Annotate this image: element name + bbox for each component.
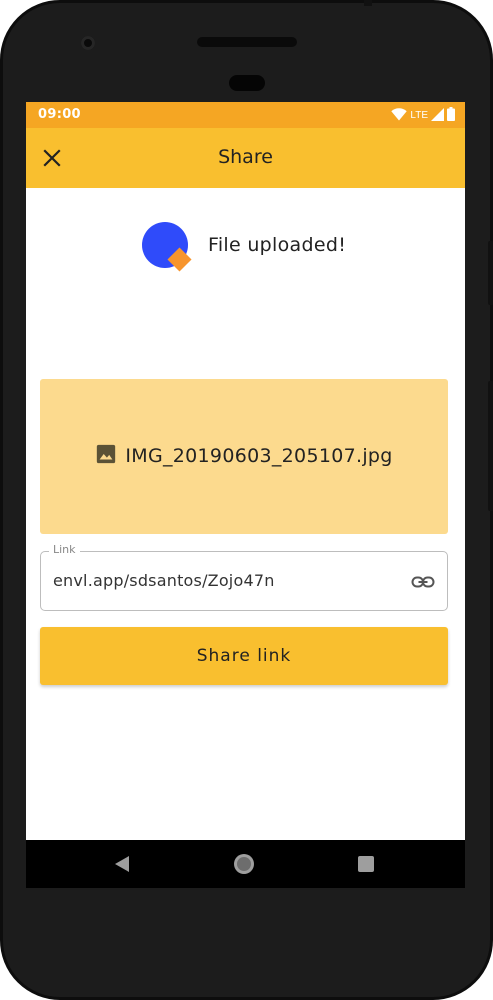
link-icon[interactable] [411, 570, 435, 594]
battery-icon [447, 106, 455, 125]
front-camera [81, 36, 95, 50]
proximity-sensor [229, 75, 265, 91]
app-bar: Share [26, 128, 465, 188]
app-screen: 09:00 LTE Share File uploaded! IMG_20190… [26, 102, 465, 840]
link-field-label: Link [49, 543, 80, 556]
page-title: Share [218, 146, 273, 168]
link-value[interactable]: envl.app/sdsantos/Zojo47n [53, 571, 275, 590]
image-icon [95, 443, 117, 469]
power-button [488, 241, 493, 305]
nav-bar [26, 840, 465, 888]
status-icons: LTE [391, 106, 455, 124]
home-icon[interactable] [232, 852, 256, 876]
status-time: 09:00 [38, 107, 81, 122]
wifi-icon [391, 106, 408, 125]
phone-top-button [364, 0, 372, 6]
file-card: IMG_20190603_205107.jpg [40, 379, 448, 534]
network-type: LTE [410, 109, 428, 121]
earpiece-speaker [197, 37, 297, 47]
back-icon[interactable] [110, 852, 134, 876]
share-link-button[interactable]: Share link [40, 627, 448, 685]
volume-button [488, 381, 493, 511]
link-field[interactable]: Link envl.app/sdsantos/Zojo47n [40, 543, 448, 611]
file-row: IMG_20190603_205107.jpg [40, 443, 448, 469]
file-name: IMG_20190603_205107.jpg [125, 445, 393, 467]
recent-apps-icon[interactable] [354, 852, 378, 876]
upload-message: File uploaded! [208, 234, 347, 256]
signal-icon [431, 106, 444, 125]
status-bar: 09:00 LTE [26, 102, 465, 128]
app-logo [142, 222, 196, 276]
upload-status: File uploaded! [142, 222, 346, 276]
